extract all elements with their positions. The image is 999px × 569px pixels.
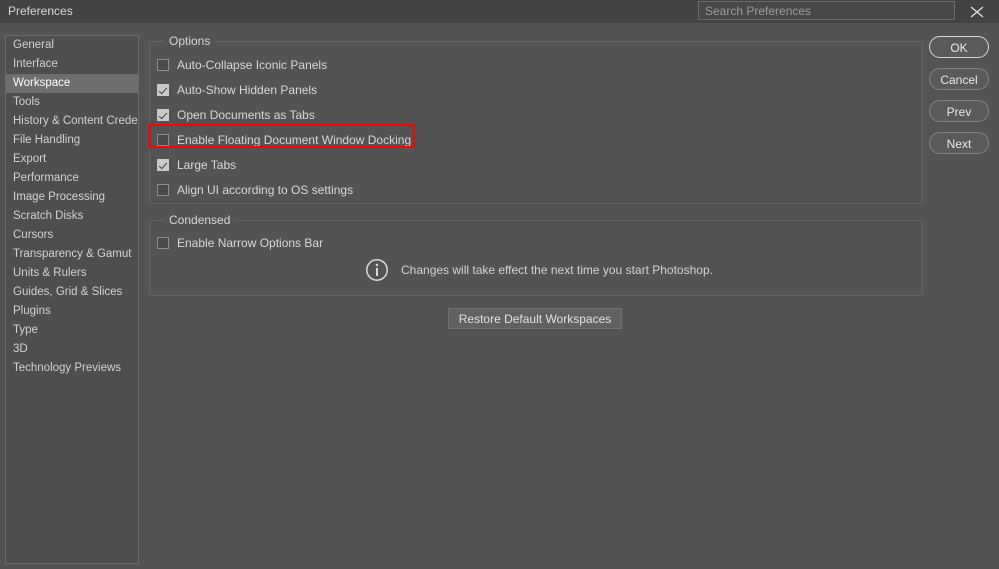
checkbox-label: Large Tabs [177, 158, 237, 172]
sidebar-item-units-rulers[interactable]: Units & Rulers [6, 264, 138, 283]
dialog-titlebar: Preferences [0, 0, 999, 23]
sidebar-item-performance[interactable]: Performance [6, 169, 138, 188]
sidebar-item-guides-grid-slices[interactable]: Guides, Grid & Slices [6, 283, 138, 302]
dialog-title: Preferences [8, 4, 73, 18]
sidebar-item-label: Technology Previews [13, 362, 122, 374]
sidebar-item-label: General [13, 39, 54, 51]
checkbox-row-enable-narrow-options-bar[interactable]: Enable Narrow Options Bar [157, 234, 323, 252]
sidebar-item-label: History & Content Credentials [13, 115, 138, 127]
sidebar-item-cursors[interactable]: Cursors [6, 226, 138, 245]
condensed-group-label: Condensed [164, 213, 236, 227]
sidebar-item-export[interactable]: Export [6, 150, 138, 169]
search-input[interactable] [699, 2, 954, 19]
sidebar-item-label: File Handling [13, 134, 81, 146]
sidebar-item-label: Workspace [13, 77, 71, 89]
checkbox-row-auto-collapse-iconic-panels[interactable]: Auto-Collapse Iconic Panels [157, 56, 327, 74]
search-preferences-field[interactable] [698, 1, 955, 20]
checkbox-label: Open Documents as Tabs [177, 108, 315, 122]
sidebar-item-workspace[interactable]: Workspace [6, 74, 138, 93]
close-icon[interactable] [966, 2, 988, 22]
checkbox-unchecked-icon[interactable] [157, 59, 169, 71]
sidebar-item-label: Plugins [13, 305, 51, 317]
checkbox-row-auto-show-hidden-panels[interactable]: Auto-Show Hidden Panels [157, 81, 317, 99]
restart-info-text: Changes will take effect the next time y… [401, 263, 713, 277]
checkbox-row-large-tabs[interactable]: Large Tabs [157, 156, 236, 174]
sidebar-item-label: 3D [13, 343, 28, 355]
sidebar-item-label: Scratch Disks [13, 210, 84, 222]
restart-info-note: Changes will take effect the next time y… [365, 258, 713, 282]
checkbox-checked-icon[interactable] [157, 109, 169, 121]
sidebar-item-label: Transparency & Gamut [13, 248, 132, 260]
restore-default-workspaces-button[interactable]: Restore Default Workspaces [448, 308, 622, 329]
sidebar-item-transparency-gamut[interactable]: Transparency & Gamut [6, 245, 138, 264]
sidebar-item-label: Performance [13, 172, 79, 184]
checkbox-unchecked-icon[interactable] [157, 184, 169, 196]
sidebar-item-history-content-credentials[interactable]: History & Content Credentials [6, 112, 138, 131]
prev-button[interactable]: Prev [929, 100, 989, 122]
checkbox-checked-icon[interactable] [157, 159, 169, 171]
sidebar-item-interface[interactable]: Interface [6, 55, 138, 74]
sidebar-item-label: Export [13, 153, 47, 165]
checkbox-row-align-ui-according-to-os-settings[interactable]: Align UI according to OS settings [157, 181, 353, 199]
options-group-label: Options [164, 34, 216, 48]
cancel-button[interactable]: Cancel [929, 68, 989, 90]
sidebar-item-label: Interface [13, 58, 58, 70]
sidebar-item-general[interactable]: General [6, 36, 138, 55]
sidebar-item-label: Cursors [13, 229, 54, 241]
checkbox-label: Enable Narrow Options Bar [177, 236, 324, 250]
sidebar-item-image-processing[interactable]: Image Processing [6, 188, 138, 207]
sidebar-item-tools[interactable]: Tools [6, 93, 138, 112]
checkbox-row-enable-floating-document-window-docking[interactable]: Enable Floating Document Window Docking [157, 131, 411, 149]
checkbox-label: Auto-Collapse Iconic Panels [177, 58, 328, 72]
preferences-category-list[interactable]: General Interface Workspace Tools History & … [5, 35, 139, 564]
sidebar-item-technology-previews[interactable]: Technology Previews [6, 359, 138, 378]
sidebar-item-label: Units & Rulers [13, 267, 87, 279]
info-circle-icon [365, 258, 389, 282]
sidebar-item-label: Type [13, 324, 38, 336]
ok-button[interactable]: OK [929, 36, 989, 58]
sidebar-item-label: Image Processing [13, 191, 106, 203]
sidebar-item-type[interactable]: Type [6, 321, 138, 340]
sidebar-item-scratch-disks[interactable]: Scratch Disks [6, 207, 138, 226]
checkbox-row-open-documents-as-tabs[interactable]: Open Documents as Tabs [157, 106, 315, 124]
sidebar-item-label: Tools [13, 96, 40, 108]
checkbox-label: Align UI according to OS settings [177, 183, 354, 197]
next-button[interactable]: Next [929, 132, 989, 154]
sidebar-item-file-handling[interactable]: File Handling [6, 131, 138, 150]
checkbox-unchecked-icon[interactable] [157, 237, 169, 249]
checkbox-label: Auto-Show Hidden Panels [177, 83, 318, 97]
checkbox-label: Enable Floating Document Window Docking [177, 133, 412, 147]
sidebar-item-label: Guides, Grid & Slices [13, 286, 123, 298]
sidebar-item-3d[interactable]: 3D [6, 340, 138, 359]
checkbox-checked-icon[interactable] [157, 84, 169, 96]
checkbox-unchecked-icon[interactable] [157, 134, 169, 146]
sidebar-item-plugins[interactable]: Plugins [6, 302, 138, 321]
